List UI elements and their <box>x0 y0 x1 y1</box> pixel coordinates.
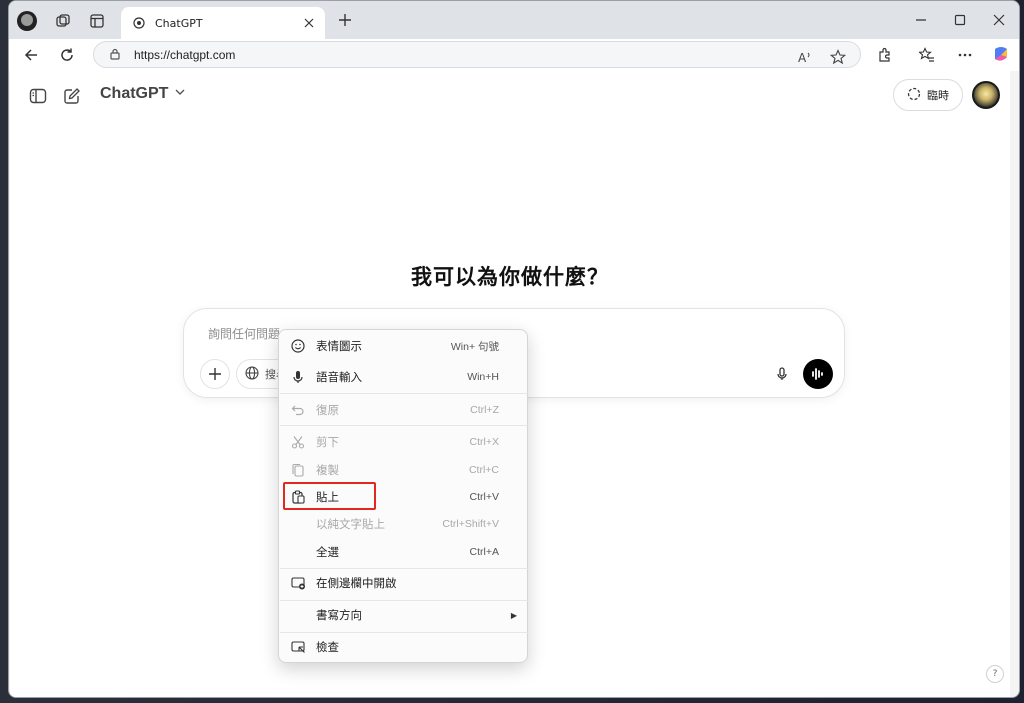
minimize-icon[interactable] <box>911 10 931 30</box>
svg-text:A: A <box>798 51 807 65</box>
menu-item-label: 以純文字貼上 <box>316 517 385 531</box>
close-tab-icon[interactable] <box>301 15 317 31</box>
menu-item-shortcut: Ctrl+Z <box>470 404 499 416</box>
menu-item-label: 檢查 <box>316 640 339 654</box>
menu-item-label: 複製 <box>316 463 339 477</box>
highlight-annotation-box <box>283 482 376 510</box>
temporary-chat-icon <box>907 87 921 104</box>
menu-item-open-in-sidebar[interactable]: 在側邊欄中開啟 <box>283 570 525 596</box>
site-info-icon[interactable] <box>108 47 122 61</box>
temporary-chat-button[interactable]: 臨時 <box>893 79 963 111</box>
undo-icon <box>290 402 306 418</box>
menu-item-select-all[interactable]: 全選 Ctrl+A <box>283 539 525 565</box>
menu-item-shortcut: Win+H <box>467 371 499 383</box>
read-aloud-icon[interactable]: A <box>796 48 814 66</box>
globe-icon <box>245 365 259 383</box>
url-text: https://chatgpt.com <box>134 47 236 62</box>
new-tab-icon[interactable] <box>335 10 355 30</box>
menu-item-inspect[interactable]: 檢查 <box>283 634 525 660</box>
favorite-star-icon[interactable] <box>829 48 847 66</box>
menu-item-label: 在側邊欄中開啟 <box>316 576 397 590</box>
favorites-icon[interactable] <box>915 43 939 67</box>
menu-item-shortcut: Ctrl+V <box>469 491 499 503</box>
menu-separator <box>280 568 528 569</box>
more-options-icon[interactable] <box>953 43 977 67</box>
attach-button[interactable] <box>200 359 230 389</box>
menu-item-shortcut: Ctrl+X <box>469 436 499 448</box>
scissors-icon <box>290 434 306 450</box>
microphone-icon <box>777 367 787 380</box>
menu-separator <box>280 393 528 394</box>
menu-item-shortcut: Win+ 句號 <box>450 340 499 353</box>
menu-item-label: 語音輸入 <box>316 370 362 384</box>
menu-separator <box>280 425 528 426</box>
model-label: ChatGPT <box>100 85 169 102</box>
menu-item-undo[interactable]: 復原 Ctrl+Z <box>283 397 525 423</box>
menu-item-label: 全選 <box>316 545 339 559</box>
profile-avatar-icon[interactable] <box>15 9 39 33</box>
menu-item-cut[interactable]: 剪下 Ctrl+X <box>283 429 525 455</box>
menu-separator <box>280 632 528 633</box>
refresh-icon[interactable] <box>55 43 79 67</box>
workspaces-icon[interactable] <box>51 9 75 33</box>
menu-item-writing-direction[interactable]: 書寫方向 ▶ <box>283 602 525 628</box>
dictate-button[interactable] <box>769 361 795 387</box>
sidebar-toggle-icon[interactable] <box>27 85 49 107</box>
menu-item-label: 表情圖示 <box>316 339 362 353</box>
menu-separator <box>280 600 528 601</box>
copilot-icon[interactable] <box>989 43 1013 67</box>
menu-item-shortcut: Ctrl+Shift+V <box>442 518 499 530</box>
new-chat-icon[interactable] <box>61 85 83 107</box>
plus-icon <box>209 368 221 380</box>
browser-toolbar: https://chatgpt.com A <box>9 39 1019 71</box>
menu-item-label: 剪下 <box>316 435 339 449</box>
tab-chatgpt[interactable]: ChatGPT <box>121 7 325 39</box>
menu-item-shortcut: Ctrl+A <box>469 546 499 558</box>
back-icon[interactable] <box>19 43 43 67</box>
menu-item-emoji[interactable]: 表情圖示 Win+ 句號 <box>283 333 525 359</box>
copy-icon <box>290 462 306 478</box>
temporary-chat-label: 臨時 <box>927 89 949 102</box>
voice-mode-button[interactable] <box>803 359 833 389</box>
address-bar[interactable]: https://chatgpt.com A <box>93 41 861 68</box>
submenu-arrow-icon: ▶ <box>510 610 517 620</box>
help-button[interactable]: ? <box>986 665 1004 683</box>
menu-item-label: 書寫方向 <box>316 608 362 622</box>
side-strip <box>1010 71 1019 697</box>
voice-waveform-icon <box>812 368 823 380</box>
close-window-icon[interactable] <box>989 10 1009 30</box>
menu-item-voice-typing[interactable]: 語音輸入 Win+H <box>283 364 525 390</box>
tab-title: ChatGPT <box>155 16 203 30</box>
menu-item-shortcut: Ctrl+C <box>468 464 499 476</box>
microphone-icon <box>290 369 306 385</box>
sidebar-open-icon <box>290 575 306 591</box>
maximize-icon[interactable] <box>950 10 970 30</box>
tab-strip: ChatGPT <box>9 1 1019 39</box>
menu-item-paste-plain[interactable]: 以純文字貼上 Ctrl+Shift+V <box>283 511 525 537</box>
menu-item-label: 復原 <box>316 403 339 417</box>
chatgpt-favicon-icon <box>133 17 145 29</box>
model-selector[interactable]: ChatGPT <box>100 85 186 103</box>
emoji-icon <box>290 338 306 354</box>
composer-placeholder[interactable]: 詢問任何問題 <box>208 325 280 342</box>
tab-actions-icon[interactable] <box>85 9 109 33</box>
menu-item-copy[interactable]: 複製 Ctrl+C <box>283 457 525 483</box>
user-avatar[interactable] <box>972 81 1000 109</box>
chevron-down-icon <box>174 85 186 103</box>
inspect-icon <box>290 639 306 655</box>
page-headline: 我可以為你做什麼？ <box>411 265 609 289</box>
extensions-icon[interactable] <box>873 43 897 67</box>
